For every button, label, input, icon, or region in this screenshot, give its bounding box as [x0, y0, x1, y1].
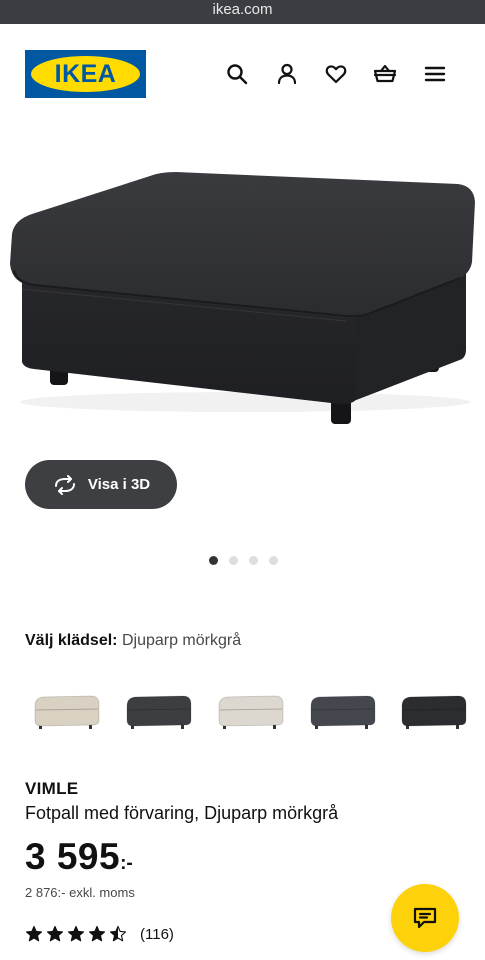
star-full-icon	[25, 925, 43, 942]
fabric-label-text: Välj klädsel:	[25, 632, 118, 649]
star-full-icon	[67, 925, 85, 942]
menu-icon[interactable]	[421, 60, 449, 88]
ikea-logo[interactable]: IKEA	[25, 50, 146, 98]
carousel-dot-3[interactable]	[249, 556, 258, 565]
fabric-swatch-2[interactable]	[117, 680, 199, 750]
fabric-swatch-5[interactable]	[392, 680, 474, 750]
chat-button[interactable]	[391, 884, 459, 952]
product-image	[10, 172, 475, 424]
heart-icon[interactable]	[322, 60, 350, 88]
fabric-selector-label: Välj klädsel: Djuparp mörkgrå	[25, 632, 241, 650]
rating-stars[interactable]	[25, 925, 127, 943]
carousel-indicator	[0, 556, 485, 566]
fabric-swatch-3[interactable]	[209, 680, 291, 750]
swatch-thumbnail	[34, 695, 100, 729]
star-full-icon	[46, 925, 64, 942]
price-suffix: :-	[120, 853, 133, 874]
star-full-icon	[88, 925, 106, 942]
site-header: IKEA	[0, 24, 485, 124]
user-icon[interactable]	[273, 60, 301, 88]
price-main: 3 595	[25, 836, 121, 877]
chat-icon	[413, 907, 437, 929]
swatch-thumbnail	[310, 695, 376, 729]
review-count[interactable]: (116)	[140, 926, 174, 943]
price-excl-vat: 2 876:- exkl. moms	[25, 885, 135, 900]
fabric-swatch-1[interactable]	[25, 680, 107, 750]
view-3d-button[interactable]: Visa i 3D	[25, 460, 177, 509]
swatch-thumbnail	[218, 695, 284, 729]
fabric-value: Djuparp mörkgrå	[121, 632, 242, 649]
view-3d-label: Visa i 3D	[87, 476, 151, 493]
logo-text: IKEA	[54, 60, 117, 88]
basket-icon[interactable]	[371, 60, 399, 88]
product-price: 3 595:-	[25, 836, 133, 878]
rotate-3d-icon	[54, 474, 75, 495]
product-description: Fotpall med förvaring, Djuparp mörkgrå	[25, 803, 339, 823]
url-text: ikea.com	[212, 1, 273, 18]
swatch-thumbnail	[401, 695, 467, 729]
carousel-dot-4[interactable]	[269, 556, 278, 565]
swatch-thumbnail	[126, 695, 192, 729]
star-half-icon	[109, 925, 127, 942]
search-icon[interactable]	[223, 60, 251, 88]
product-brand: VIMLE	[25, 779, 79, 798]
product-image-area[interactable]: Visa i 3D	[0, 124, 485, 530]
browser-url-bar[interactable]: ikea.com	[0, 0, 485, 24]
carousel-dot-2[interactable]	[229, 556, 238, 565]
carousel-dot-1[interactable]	[209, 556, 218, 565]
fabric-swatch-4[interactable]	[301, 680, 383, 750]
fabric-swatches	[25, 680, 475, 750]
